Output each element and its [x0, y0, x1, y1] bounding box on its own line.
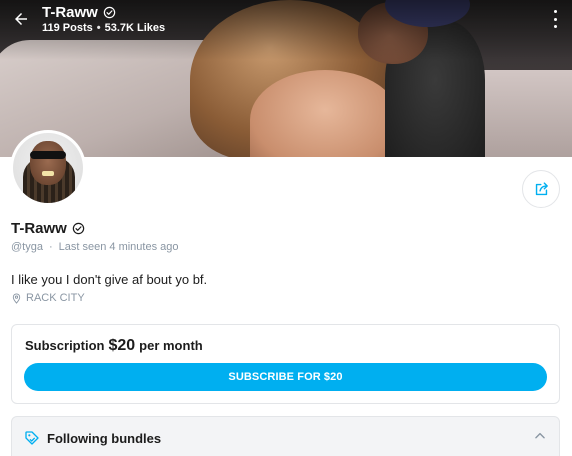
- location-text: RACK CITY: [26, 292, 85, 304]
- profile-name: T-Raww: [11, 220, 67, 237]
- cover-image: T-Raww 119 Posts • 53.7K Likes: [0, 0, 572, 157]
- share-button[interactable]: [522, 170, 560, 208]
- bundles-label: Following bundles: [47, 430, 162, 446]
- posts-count: 119 Posts: [42, 22, 93, 34]
- arrow-left-icon: [15, 13, 27, 25]
- last-seen: Last seen 4 minutes ago: [58, 241, 179, 253]
- profile-bio: I like you I don't give af bout yo bf.: [11, 272, 208, 287]
- profile-meta: @tyga · Last seen 4 minutes ago: [11, 241, 179, 253]
- more-options-button[interactable]: [550, 10, 560, 28]
- following-bundles-header[interactable]: Following bundles: [11, 416, 560, 456]
- avatar-image: [13, 133, 83, 203]
- share-icon: [535, 181, 548, 195]
- profile-location: RACK CITY: [11, 292, 85, 304]
- location-pin-icon: [12, 292, 21, 304]
- verified-check-icon: [103, 6, 116, 19]
- verified-check-icon: [72, 222, 85, 235]
- meta-separator: ·: [48, 241, 53, 253]
- more-vertical-icon: [553, 10, 557, 13]
- stats-separator: •: [96, 22, 101, 34]
- cover-stats: 119 Posts • 53.7K Likes: [42, 22, 165, 34]
- subscription-card: Subscription $20 per month SUBSCRIBE FOR…: [11, 324, 560, 404]
- profile-name-row: T-Raww: [11, 220, 85, 237]
- subscription-label: Subscription: [25, 338, 105, 353]
- tag-icon: [25, 431, 39, 445]
- cover-name-row: T-Raww: [42, 4, 165, 21]
- avatar[interactable]: [10, 130, 86, 206]
- subscription-price: $20: [108, 337, 136, 354]
- back-button[interactable]: [10, 8, 32, 30]
- subscription-line: Subscription $20 per month: [25, 337, 203, 355]
- likes-count: 53.7K Likes: [104, 22, 166, 34]
- subscribe-button[interactable]: SUBSCRIBE FOR $20: [24, 363, 547, 391]
- subscription-period: per month: [139, 338, 203, 353]
- cover-title: T-Raww 119 Posts • 53.7K Likes: [42, 4, 165, 34]
- profile-handle[interactable]: @tyga: [11, 241, 43, 253]
- chevron-up-icon[interactable]: [533, 429, 547, 443]
- cover-name: T-Raww: [42, 4, 98, 21]
